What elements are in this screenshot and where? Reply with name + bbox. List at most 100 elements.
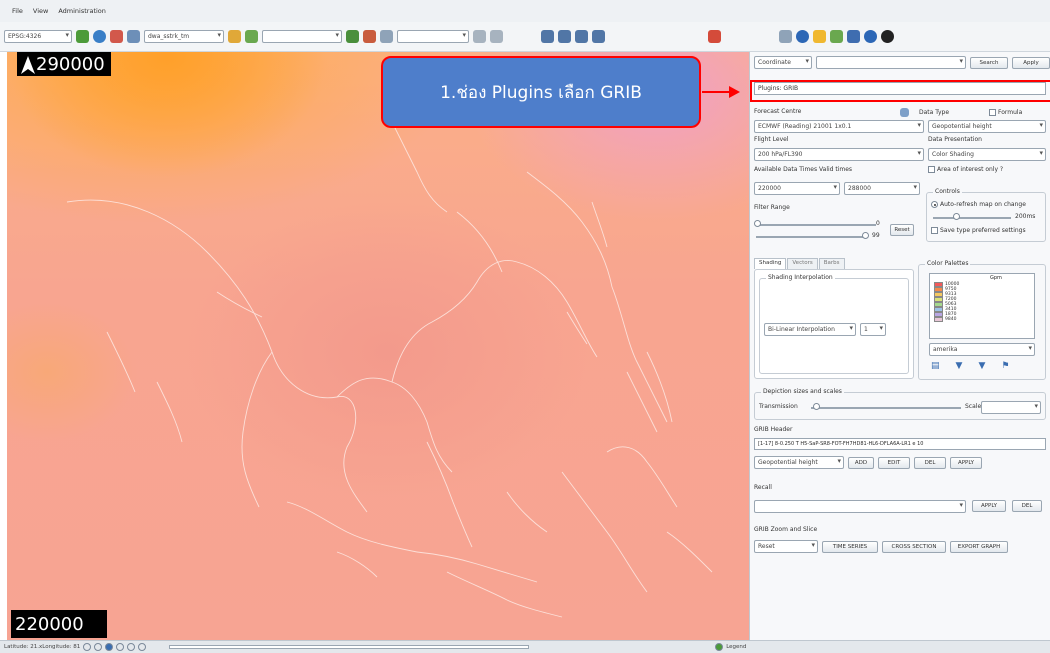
del-button[interactable]: DEL (914, 456, 946, 469)
layer-select[interactable]: dwa_sstrk_tm (144, 30, 224, 43)
refresh-icon[interactable] (93, 30, 106, 43)
text-icon[interactable] (380, 30, 393, 43)
transmission-track[interactable] (811, 407, 961, 409)
bottom-value-label: 220000 (11, 610, 107, 638)
bar-chart-icon[interactable] (363, 30, 376, 43)
last-icon[interactable] (592, 30, 605, 43)
filter-min-track[interactable] (756, 224, 876, 226)
history-icon[interactable] (127, 643, 136, 651)
projection-select[interactable]: EPSG:4326 (4, 30, 72, 43)
layer-icon[interactable] (127, 30, 140, 43)
scale-depiction-select[interactable] (981, 401, 1041, 414)
filter-icon[interactable]: ▼ (978, 361, 985, 371)
pointer-icon[interactable] (779, 30, 792, 43)
time-slider[interactable] (169, 645, 530, 649)
power-icon[interactable] (881, 30, 894, 43)
map-layer-icon[interactable] (346, 30, 359, 43)
fit-icon[interactable] (116, 643, 125, 651)
shading-panel: Shading Interpolation Bi-Linear Interpol… (754, 269, 914, 379)
instruction-callout: 1.ช่อง Plugins เลือก GRIB (381, 56, 701, 128)
zoom-select[interactable]: Reset (754, 540, 818, 553)
top-value-text: 290000 (36, 54, 105, 75)
calendar-icon[interactable] (830, 30, 843, 43)
transmission-knob[interactable] (813, 403, 820, 410)
color-palettes-title: Color Palettes (925, 260, 971, 267)
overlay-select[interactable] (397, 30, 469, 43)
zoom-in-icon[interactable] (83, 643, 92, 651)
recall-del-button[interactable]: DEL (1012, 500, 1042, 512)
recall-select[interactable] (754, 500, 966, 513)
search-button[interactable]: Search (970, 56, 1008, 69)
data-presentation-select[interactable]: Color Shading (928, 148, 1046, 161)
zoom-out-icon[interactable] (94, 643, 103, 651)
weather-icon[interactable] (813, 30, 826, 43)
status-bar: Latitude: 21.xLongitude: 81 Legend (0, 640, 1050, 653)
scale-select[interactable] (262, 30, 342, 43)
zoom-icon[interactable] (110, 30, 123, 43)
data-type-select[interactable]: Geopotential height (928, 120, 1046, 133)
time-select-1[interactable]: 220000 (754, 182, 840, 195)
globe-icon[interactable] (76, 30, 89, 43)
interp-title: Shading Interpolation (766, 274, 835, 281)
grib-header-field[interactable]: [1-17] 8-0.250 T H5-SaP-SR8-FOT-FH7HD81-… (754, 438, 1046, 450)
time-select-2[interactable]: 288000 (844, 182, 920, 195)
refresh-slider-track[interactable] (933, 217, 1011, 219)
down-icon[interactable]: ▼ (956, 361, 963, 371)
cross-section-button[interactable]: CROSS SECTION (882, 540, 946, 553)
available-times-label: Available Data Times Valid times (754, 166, 853, 173)
export-graph-button[interactable]: EXPORT GRAPH (950, 540, 1008, 553)
tab-barbs[interactable]: Barbs (818, 258, 845, 269)
refresh-slider-knob[interactable] (953, 213, 960, 220)
menu-administration[interactable]: Administration (58, 7, 106, 15)
palette-legend: Gpm 10000 9750 9313 7200 5063 3410 1870 9840 (929, 273, 1035, 339)
recall-apply-button[interactable]: APPLY (972, 500, 1006, 512)
coordinate-select[interactable]: Coordinate (754, 56, 812, 69)
flag-icon[interactable]: ⚑ (1001, 361, 1009, 371)
prev-icon[interactable] (541, 30, 554, 43)
area-interest-checkbox[interactable] (928, 166, 935, 173)
apply-coordinate-button[interactable]: Apply (1012, 56, 1050, 69)
save-icon[interactable] (847, 30, 860, 43)
formula-checkbox[interactable] (989, 109, 997, 116)
next-icon[interactable] (575, 30, 588, 43)
auto-refresh-radio[interactable] (931, 201, 938, 208)
open-folder-icon[interactable]: ▤ (931, 361, 940, 371)
filter-max-track[interactable] (756, 236, 868, 238)
interp-select[interactable]: Bi-Linear Interpolation (764, 323, 856, 336)
filter-reset-button[interactable]: Reset (890, 224, 914, 236)
formula-label: Formula (998, 109, 1023, 116)
add-button[interactable]: ADD (848, 456, 874, 469)
flight-level-select[interactable]: 200 hPa/FL390 (754, 148, 924, 161)
legend-toggle[interactable]: Legend (726, 644, 746, 650)
map-canvas[interactable]: 290000 220000 (7, 52, 749, 640)
filter-max-knob[interactable] (862, 232, 869, 239)
info-icon[interactable] (900, 108, 909, 117)
coordinate-input[interactable] (816, 56, 966, 69)
play-icon[interactable] (558, 30, 571, 43)
earth-icon[interactable] (796, 30, 809, 43)
apply-grib-button[interactable]: APPLY (950, 456, 982, 469)
help-icon[interactable] (864, 30, 877, 43)
forecast-centre-select[interactable]: ECMWF (Reading) 21001 1x0.1 (754, 120, 924, 133)
time-series-button[interactable]: TIME SERIES (822, 540, 878, 553)
save-type-checkbox[interactable] (931, 227, 938, 234)
palette-select[interactable]: amerika (929, 343, 1035, 356)
status-ok-icon (715, 643, 724, 651)
print-icon[interactable] (138, 643, 147, 651)
tab-vectors[interactable]: Vectors (787, 258, 818, 269)
chart-icon[interactable] (245, 30, 258, 43)
shading-tabs: Shading Vectors Barbs (754, 258, 846, 269)
folder-icon[interactable] (228, 30, 241, 43)
pan-icon[interactable] (105, 643, 114, 651)
person-icon[interactable] (708, 30, 721, 43)
filter-min-knob[interactable] (754, 220, 761, 227)
filter-min-value: 0 (876, 220, 880, 227)
font-b-icon[interactable] (490, 30, 503, 43)
grib-param-select[interactable]: Geopotential height (754, 456, 844, 469)
interp-spinner[interactable]: 1 (860, 323, 886, 336)
tab-shading[interactable]: Shading (754, 258, 787, 269)
menu-file[interactable]: File (12, 7, 23, 15)
edit-button[interactable]: EDIT (878, 456, 910, 469)
menu-view[interactable]: View (33, 7, 48, 15)
font-a-icon[interactable] (473, 30, 486, 43)
